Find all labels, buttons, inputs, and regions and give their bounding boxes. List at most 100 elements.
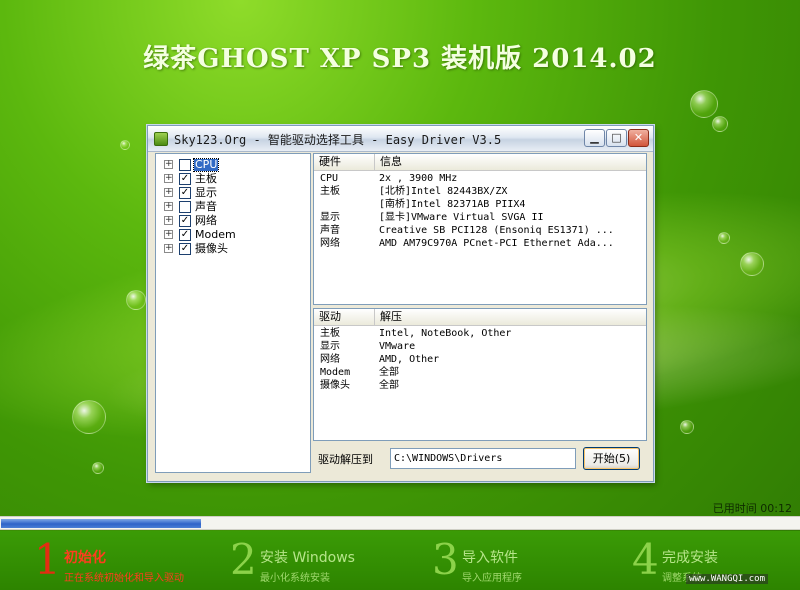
list-cell-value: Creative SB PCI128 (Ensoniq ES1371) ... <box>379 225 614 236</box>
extract-path-label: 驱动解压到 <box>318 453 373 466</box>
install-steps: 1 初始化正在系统初始化和导入驱动 2 安装 Windows 最小化系统安装 3 导入软件导… <box>0 531 800 590</box>
list-cell-name: Modem <box>320 367 351 378</box>
tree-item[interactable]: + ✓ 网络 <box>164 214 218 227</box>
list-cell-value: [北桥]Intel 82443BX/ZX <box>379 186 508 197</box>
decorative-bubble <box>718 232 730 244</box>
expand-icon[interactable]: + <box>164 244 173 253</box>
list-cell-value: 2x , 3900 MHz <box>379 173 458 184</box>
tree-checkbox[interactable] <box>179 158 191 171</box>
decorative-bubble <box>740 252 764 276</box>
list-row[interactable]: 网络 AMD, Other <box>314 353 646 366</box>
step-subtitle: 正在系统初始化和导入驱动 <box>64 573 184 584</box>
decorative-bubble <box>690 90 718 118</box>
window-titlebar[interactable]: Sky123.Org - 智能驱动选择工具 - Easy Driver V3.5… <box>148 126 653 152</box>
expand-icon[interactable]: + <box>164 174 173 183</box>
tree-checkbox[interactable]: ✓ <box>179 228 191 241</box>
list-row[interactable]: 网络 AMD AM79C970A PCnet-PCI Ethernet Ada..… <box>314 237 646 250</box>
list-cell-value: [显卡]VMware Virtual SVGA II <box>379 212 544 223</box>
list-cell-name <box>314 198 375 211</box>
step-number: 2 <box>230 535 257 584</box>
tree-checkbox[interactable]: ✓ <box>179 186 191 199</box>
hardware-info-list[interactable]: 硬件 信息 CPU 2x , 3900 MHz 主板 [北桥]Intel 82443B… <box>313 153 647 305</box>
tree-item[interactable]: + ✓ 摄像头 <box>164 242 229 255</box>
list-row[interactable]: Modem 全部 <box>314 366 646 379</box>
column-header-driver[interactable]: 驱动 <box>314 309 375 325</box>
elapsed-time: 已用时间 00:12 <box>712 502 792 515</box>
list-cell-value: 全部 <box>379 380 399 391</box>
list-cell-value: AMD, Other <box>379 354 440 365</box>
expand-icon[interactable]: + <box>164 230 173 239</box>
list-row[interactable]: 声音 Creative SB PCI128 (Ensoniq ES1371) ..… <box>314 224 646 237</box>
watermark: www.WANGQI.com <box>686 574 768 584</box>
step-number: 1 <box>34 535 61 584</box>
expand-icon[interactable]: + <box>164 216 173 225</box>
list-cell-name: 主板 <box>320 328 340 339</box>
list-row[interactable]: CPU 2x , 3900 MHz <box>314 172 646 185</box>
tree-checkbox[interactable] <box>179 200 191 213</box>
list-cell-name: 显示 <box>320 341 340 352</box>
list-row[interactable]: 主板 Intel, NoteBook, Other <box>314 327 646 340</box>
easy-driver-window: Sky123.Org - 智能驱动选择工具 - Easy Driver V3.5… <box>147 125 654 482</box>
column-header-hardware[interactable]: 硬件 <box>314 154 375 170</box>
step-number: 4 <box>632 535 659 584</box>
decorative-bubble <box>126 290 146 310</box>
decorative-bubble <box>72 400 106 434</box>
step-title: 完成安装 <box>662 550 718 566</box>
tree-item-label: 显示 <box>195 185 217 199</box>
tree-item-label: CPU <box>192 157 220 172</box>
list-row[interactable]: [南桥]Intel 82371AB PIIX4 <box>314 198 646 211</box>
column-header-info[interactable]: 信息 <box>375 154 646 170</box>
tree-item[interactable]: + 声音 <box>164 200 218 213</box>
tree-item-label: 主板 <box>195 171 217 185</box>
expand-icon[interactable]: + <box>164 188 173 197</box>
list-cell-name: 声音 <box>320 225 340 236</box>
list-cell-value: Intel, NoteBook, Other <box>379 328 512 339</box>
list-cell-name: 摄像头 <box>320 380 350 391</box>
window-title: Sky123.Org - 智能驱动选择工具 - Easy Driver V3.5 <box>174 133 502 147</box>
maximize-button[interactable]: □ <box>606 129 627 147</box>
install-progress-fill <box>1 519 201 528</box>
list-row[interactable]: 摄像头 全部 <box>314 379 646 392</box>
tree-item[interactable]: + CPU <box>164 157 220 172</box>
list-row[interactable]: 主板 [北桥]Intel 82443BX/ZX <box>314 185 646 198</box>
tree-item[interactable]: + ✓ Modem <box>164 228 237 241</box>
tree-item[interactable]: + ✓ 显示 <box>164 186 218 199</box>
extract-path-input[interactable]: C:\WINDOWS\Drivers <box>390 448 576 469</box>
step-title: 安装 Windows <box>260 550 355 566</box>
tree-checkbox[interactable]: ✓ <box>179 172 191 185</box>
list-row[interactable]: 显示 VMware <box>314 340 646 353</box>
install-progress-bar <box>0 516 800 530</box>
start-button[interactable]: 开始(5) <box>583 447 640 470</box>
tree-checkbox[interactable]: ✓ <box>179 214 191 227</box>
tree-item[interactable]: + ✓ 主板 <box>164 172 218 185</box>
tree-item-label: 摄像头 <box>195 241 228 255</box>
list-cell-value: [南桥]Intel 82371AB PIIX4 <box>379 199 526 210</box>
close-button[interactable]: ✕ <box>628 129 649 147</box>
tree-item-label: 声音 <box>195 199 217 213</box>
list-cell-name: 主板 <box>320 186 340 197</box>
driver-list-header: 驱动 解压 <box>314 309 646 326</box>
install-step: 1 初始化正在系统初始化和导入驱动 <box>34 531 194 590</box>
hardware-list-header: 硬件 信息 <box>314 154 646 171</box>
list-cell-value: AMD AM79C970A PCnet-PCI Ethernet Ada... <box>379 238 614 249</box>
step-title: 导入软件 <box>462 550 518 566</box>
decorative-bubble <box>712 116 728 132</box>
list-row[interactable]: 显示 [显卡]VMware Virtual SVGA II <box>314 211 646 224</box>
driver-extract-list[interactable]: 驱动 解压 主板 Intel, NoteBook, Other 显示 VMware 网络… <box>313 308 647 441</box>
tree-checkbox[interactable]: ✓ <box>179 242 191 255</box>
list-cell-name: 网络 <box>320 354 340 365</box>
list-cell-name: 显示 <box>320 212 340 223</box>
minimize-button[interactable]: ▁ <box>584 129 605 147</box>
expand-icon[interactable]: + <box>164 202 173 211</box>
driver-category-tree[interactable]: + CPU + ✓ 主板 + ✓ 显示 + 声音 + ✓ 网络 + ✓ Modem + ✓ 摄像头 <box>155 153 311 473</box>
step-subtitle: 导入应用程序 <box>462 573 522 584</box>
tree-item-label: Modem <box>195 227 236 241</box>
list-cell-name: 网络 <box>320 238 340 249</box>
step-number: 3 <box>432 535 459 584</box>
app-icon <box>154 132 168 146</box>
decorative-bubble <box>680 420 694 434</box>
step-title: 初始化 <box>64 550 106 566</box>
install-step: 2 安装 Windows 最小化系统安装 <box>230 531 390 590</box>
column-header-extract[interactable]: 解压 <box>375 309 646 325</box>
expand-icon[interactable]: + <box>164 160 173 169</box>
